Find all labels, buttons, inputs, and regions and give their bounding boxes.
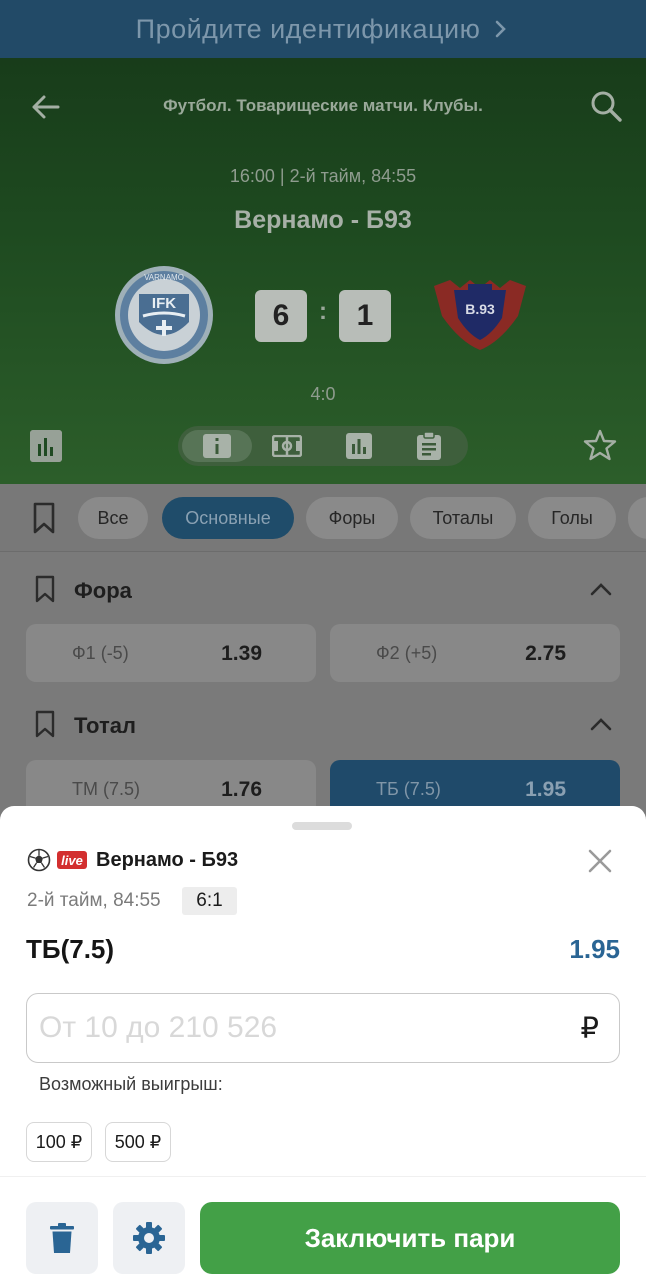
- market-title-total: Тотал: [74, 713, 136, 738]
- odd-label: ТМ (7.5): [72, 779, 141, 799]
- clipboard-icon: [417, 432, 441, 460]
- live-badge: live: [57, 851, 87, 869]
- chevron-up-icon[interactable]: [590, 717, 612, 731]
- bet-slip-sheet: live Вернамо - Б93 2-й тайм, 84:55 6:1 Т…: [0, 806, 646, 1280]
- score-separator: :: [319, 298, 327, 325]
- currency-sign: ₽: [580, 1013, 599, 1045]
- field-icon: [272, 435, 302, 457]
- home-score: 6: [255, 290, 307, 342]
- tab-more[interactable]: [628, 497, 646, 539]
- svg-text:VARNAMO: VARNAMO: [144, 273, 184, 282]
- bookmark-icon[interactable]: [34, 710, 56, 738]
- odd-label: Ф2 (+5): [376, 643, 438, 663]
- odd-label: ТБ (7.5): [376, 779, 441, 799]
- market-title-handicap: Фора: [74, 578, 132, 603]
- odd-label: Ф1 (-5): [72, 643, 129, 663]
- home-team-logo: VARNAMO IFK: [115, 266, 213, 364]
- market-tabs: Все Основные Форы Тоталы Голы: [0, 484, 646, 552]
- clear-button[interactable]: [26, 1202, 98, 1274]
- chevron-right-icon: [496, 20, 507, 38]
- tab-lineups[interactable]: [406, 430, 452, 462]
- stake-field: ₽: [26, 993, 620, 1063]
- stats-icon[interactable]: [30, 430, 62, 462]
- place-bet-button[interactable]: Заключить пари: [200, 1202, 620, 1274]
- coupon-match-time: 2-й тайм, 84:55: [27, 890, 161, 911]
- bookmark-icon[interactable]: [34, 575, 56, 603]
- star-icon[interactable]: [583, 428, 617, 462]
- tab-handicaps[interactable]: Форы: [306, 497, 398, 539]
- verification-banner[interactable]: Пройдите идентификацию: [0, 0, 646, 58]
- gear-icon: [133, 1222, 165, 1254]
- possible-win-label: Возможный выигрыш:: [39, 1074, 223, 1094]
- quick-amount-500[interactable]: 500 ₽: [105, 1122, 171, 1162]
- league-title: Футбол. Товарищеские матчи. Клубы.: [163, 96, 483, 115]
- markets-list: Фора Ф1 (-5) 1.39 Ф2 (+5) 2.75 Тотал ТМ …: [0, 553, 646, 818]
- soccer-ball-icon: [27, 848, 51, 872]
- svg-text:B.93: B.93: [465, 301, 495, 317]
- tab-statistics[interactable]: [336, 430, 382, 462]
- bet-odd: 1.95: [569, 934, 620, 964]
- quick-amount-100[interactable]: 100 ₽: [26, 1122, 92, 1162]
- first-half-score: 4:0: [310, 384, 336, 404]
- settings-button[interactable]: [113, 1202, 185, 1274]
- odd-button[interactable]: Ф2 (+5) 2.75: [330, 624, 620, 682]
- match-header: Футбол. Товарищеские матчи. Клубы. 16:00…: [0, 58, 646, 484]
- match-topbar: Футбол. Товарищеские матчи. Клубы.: [0, 86, 646, 126]
- coupon-match-title: Вернамо - Б93: [96, 849, 239, 871]
- coupon-score: 6:1: [182, 887, 237, 915]
- bet-slip-footer: Заключить пари: [0, 1176, 646, 1280]
- bar-chart-icon: [346, 433, 372, 459]
- tab-main[interactable]: Основные: [162, 497, 294, 539]
- info-icon: [203, 434, 231, 458]
- tab-field[interactable]: [264, 430, 310, 462]
- tab-goals[interactable]: Голы: [528, 497, 616, 539]
- svg-text:IFK: IFK: [152, 295, 176, 312]
- trash-icon: [50, 1223, 74, 1253]
- odd-button[interactable]: Ф1 (-5) 1.39: [26, 624, 316, 682]
- sheet-grabber[interactable]: [292, 822, 352, 830]
- tab-info[interactable]: [182, 430, 252, 462]
- close-icon[interactable]: [588, 849, 612, 873]
- chevron-up-icon[interactable]: [590, 582, 612, 596]
- search-icon[interactable]: [588, 88, 624, 124]
- banner-text: Пройдите идентификацию: [135, 13, 481, 44]
- bet-name: ТБ(7.5): [26, 934, 115, 964]
- stake-input[interactable]: [39, 1004, 559, 1052]
- tab-totals[interactable]: Тоталы: [410, 497, 516, 539]
- away-score: 1: [339, 290, 391, 342]
- odd-value: 2.75: [525, 642, 566, 665]
- match-time: 16:00 | 2-й тайм, 84:55: [229, 166, 417, 186]
- odd-value: 1.39: [221, 642, 262, 665]
- match-title: Вернамо - Б93: [234, 206, 412, 234]
- odd-value: 1.76: [221, 778, 262, 801]
- bookmark-icon[interactable]: [32, 502, 56, 534]
- match-view-switcher: [178, 426, 468, 466]
- away-team-logo: B.93: [434, 280, 526, 350]
- tab-all[interactable]: Все: [78, 497, 148, 539]
- odd-value: 1.95: [525, 778, 566, 801]
